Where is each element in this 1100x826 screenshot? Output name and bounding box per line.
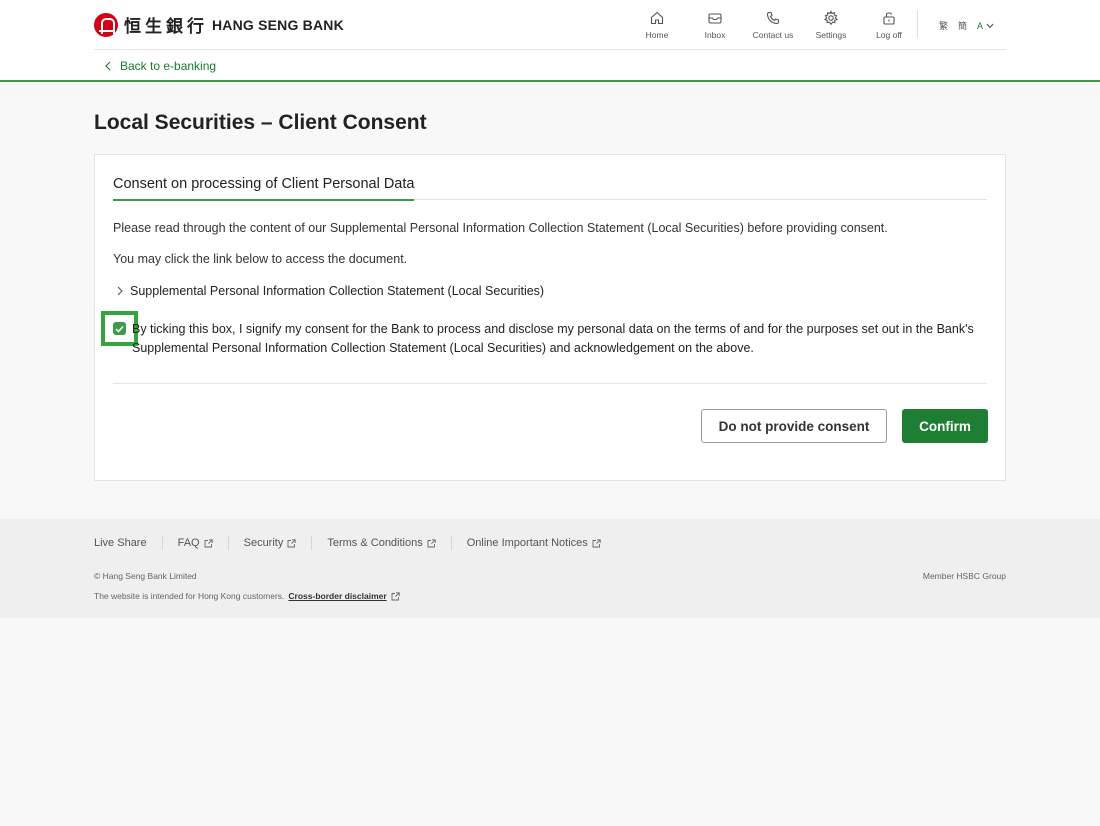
language-switcher: 繁 簡 A: [939, 19, 994, 32]
footer-link-label: Online Important Notices: [466, 537, 588, 549]
logo-chinese-text: 恒生銀行: [124, 17, 208, 37]
external-link-icon: [391, 591, 400, 600]
header: 恒生銀行 HANG SENG BANK Home Inbox Contact u…: [0, 0, 1100, 82]
footer-separator: [227, 536, 229, 550]
external-link-icon: [204, 538, 213, 547]
footer-links: Live Share FAQ Security Terms & Conditio…: [94, 536, 601, 550]
card-header: Consent on processing of Client Personal…: [113, 175, 987, 201]
footer-link-live-share[interactable]: Live Share: [94, 537, 147, 549]
footer: Live Share FAQ Security Terms & Conditio…: [0, 519, 1100, 618]
external-link-icon: [287, 538, 297, 547]
statement-link-label: Supplemental Personal Information Collec…: [130, 284, 545, 298]
footer-link-terms[interactable]: Terms & Conditions: [327, 537, 436, 549]
nav-inbox-label: Inbox: [704, 30, 726, 40]
home-icon: [650, 11, 664, 25]
chevron-left-icon: [105, 61, 111, 71]
do-not-provide-consent-button[interactable]: Do not provide consent: [701, 409, 887, 443]
font-size-selector[interactable]: A: [977, 21, 994, 31]
unlock-icon: [883, 12, 895, 25]
nav-home[interactable]: Home: [628, 10, 686, 40]
nav-log-off[interactable]: Log off: [860, 10, 918, 40]
chevron-down-icon: [986, 23, 994, 28]
logo-english-text: HANG SENG BANK: [212, 16, 344, 33]
gear-icon: [824, 10, 838, 26]
footer-link-label: FAQ: [177, 537, 200, 549]
card-title: Consent on processing of Client Personal…: [113, 176, 415, 201]
disclaimer-prefix: The website is intended for Hong Kong cu…: [94, 591, 285, 601]
page-title: Local Securities – Client Consent: [94, 111, 427, 134]
nav-contact-us[interactable]: Contact us: [744, 10, 802, 40]
copyright-text: © Hang Seng Bank Limited: [94, 571, 197, 581]
footer-link-label: Security: [243, 537, 284, 549]
top-nav: Home Inbox Contact us Settings Log off: [628, 10, 918, 40]
footer-link-important-notices[interactable]: Online Important Notices: [467, 537, 601, 549]
lang-simplified-chinese[interactable]: 簡: [958, 19, 967, 32]
back-link-label: Back to e-banking: [120, 59, 217, 73]
nav-settings-label: Settings: [815, 30, 847, 40]
nav-divider: [917, 10, 918, 38]
cross-border-disclaimer-link[interactable]: Cross-border disclaimer: [288, 591, 386, 601]
statement-document-link[interactable]: Supplemental Personal Information Collec…: [117, 284, 544, 298]
hang-seng-logo-icon: [94, 12, 118, 37]
footer-link-security[interactable]: Security: [244, 537, 297, 549]
disclaimer-line: The website is intended for Hong Kong cu…: [94, 591, 400, 601]
footer-separator: [311, 536, 313, 550]
consent-statement: By ticking this box, I signify my consen…: [132, 322, 974, 355]
external-link-icon: [592, 538, 601, 547]
link-hint-text: You may click the link below to access t…: [113, 252, 408, 266]
nav-settings[interactable]: Settings: [802, 10, 860, 40]
footer-separator: [161, 536, 163, 550]
nav-logoff-label: Log off: [876, 30, 902, 40]
nav-contact-label: Contact us: [752, 30, 794, 40]
member-group-text: Member HSBC Group: [922, 571, 1006, 581]
footer-separator: [450, 536, 452, 550]
header-bar: 恒生銀行 HANG SENG BANK Home Inbox Contact u…: [94, 0, 1006, 50]
chevron-right-icon: [117, 286, 123, 296]
instruction-text: Please read through the content of our S…: [113, 221, 888, 235]
nav-home-label: Home: [645, 30, 669, 40]
phone-icon: [766, 11, 780, 25]
checkbox-checked-indicator: [113, 322, 126, 335]
inbox-icon: [708, 13, 722, 24]
footer-link-faq[interactable]: FAQ: [178, 537, 213, 549]
checkmark-icon: [115, 325, 124, 333]
lang-traditional-chinese[interactable]: 繁: [939, 19, 948, 32]
logo[interactable]: 恒生銀行 HANG SENG BANK: [94, 12, 344, 37]
confirm-button[interactable]: Confirm: [902, 409, 988, 443]
footer-link-label: Live Share: [94, 537, 147, 549]
back-to-ebanking-link[interactable]: Back to e-banking: [104, 59, 216, 73]
font-size-label: A: [976, 20, 983, 31]
card-divider: [113, 383, 987, 384]
footer-link-label: Terms & Conditions: [327, 537, 423, 549]
nav-inbox[interactable]: Inbox: [686, 10, 744, 40]
consent-card: Consent on processing of Client Personal…: [94, 154, 1006, 481]
external-link-icon: [427, 538, 436, 547]
